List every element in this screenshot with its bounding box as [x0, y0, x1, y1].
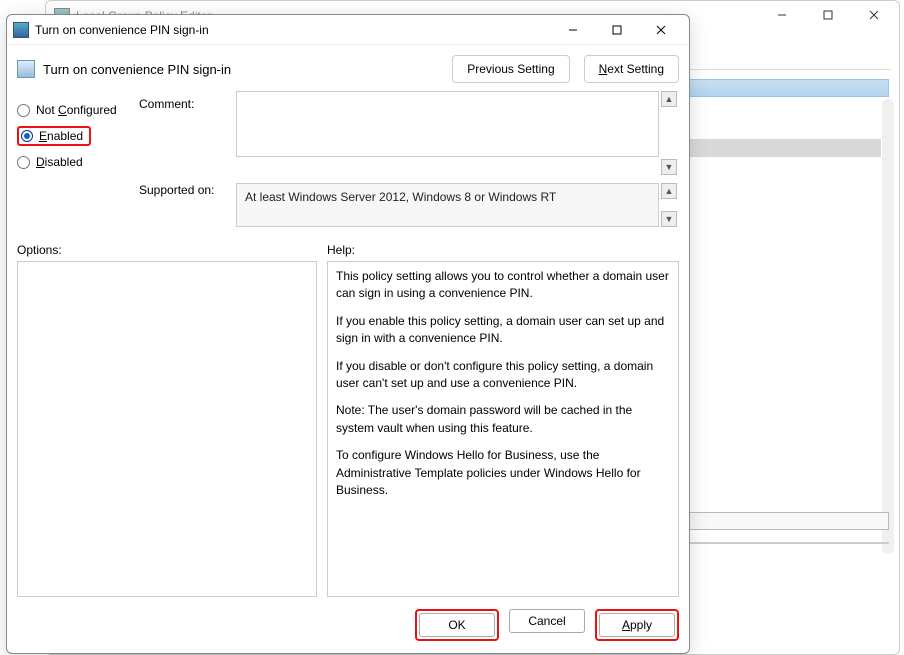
comment-textarea[interactable] [236, 91, 659, 157]
options-panel[interactable] [17, 261, 317, 597]
dialog-lower-grid: This policy setting allows you to contro… [7, 261, 689, 597]
comment-scroll: ▲ ▼ [661, 91, 679, 175]
help-paragraph: To configure Windows Hello for Business,… [336, 447, 670, 499]
ok-highlight: OK [415, 609, 499, 641]
help-paragraph: If you disable or don't configure this p… [336, 358, 670, 393]
dialog-close-button[interactable] [639, 16, 683, 44]
state-radio-group: Not Configured Enabled Disabled [17, 91, 137, 175]
parent-scrollbar[interactable] [882, 99, 894, 554]
supported-on-text: At least Windows Server 2012, Windows 8 … [236, 183, 659, 227]
comment-scroll-down[interactable]: ▼ [661, 159, 677, 175]
options-label: Options: [17, 243, 327, 257]
parent-minimize-button[interactable] [759, 1, 805, 29]
radio-enabled[interactable]: Enabled [17, 123, 137, 149]
parent-window-controls [759, 1, 897, 29]
comment-label: Comment: [139, 91, 234, 175]
supported-scroll-down[interactable]: ▼ [661, 211, 677, 227]
policy-dialog: Turn on convenience PIN sign-in Turn on … [6, 14, 690, 654]
dialog-title: Turn on convenience PIN sign-in [35, 23, 551, 37]
radio-disabled[interactable]: Disabled [17, 149, 137, 175]
dialog-minimize-button[interactable] [551, 16, 595, 44]
dialog-maximize-button[interactable] [595, 16, 639, 44]
policy-icon [13, 22, 29, 38]
supported-scroll-up[interactable]: ▲ [661, 183, 677, 199]
radio-not-configured[interactable]: Not Configured [17, 97, 137, 123]
help-paragraph: If you enable this policy setting, a dom… [336, 313, 670, 348]
comment-scroll-up[interactable]: ▲ [661, 91, 677, 107]
help-panel: This policy setting allows you to contro… [327, 261, 679, 597]
policy-sub-icon [17, 60, 35, 78]
section-labels: Options: Help: [7, 233, 689, 261]
parent-maximize-button[interactable] [805, 1, 851, 29]
dialog-upper-grid: Not Configured Enabled Disabled Comment:… [7, 85, 689, 175]
supported-on-label: Supported on: [139, 183, 234, 227]
apply-button[interactable]: Apply [599, 613, 675, 637]
previous-setting-button[interactable]: Previous Setting [452, 55, 569, 83]
help-label: Help: [327, 243, 679, 257]
supported-row: Supported on: At least Windows Server 20… [7, 175, 689, 233]
dialog-window-controls [551, 16, 683, 44]
cancel-button[interactable]: Cancel [509, 609, 585, 633]
next-setting-button[interactable]: Next Setting [584, 55, 679, 83]
help-paragraph: Note: The user's domain password will be… [336, 402, 670, 437]
parent-close-button[interactable] [851, 1, 897, 29]
dialog-subheader: Turn on convenience PIN sign-in Previous… [7, 45, 689, 85]
dialog-footer: OK Cancel Apply [7, 597, 689, 653]
dialog-titlebar: Turn on convenience PIN sign-in [7, 15, 689, 45]
help-paragraph: This policy setting allows you to contro… [336, 268, 670, 303]
dialog-subtitle: Turn on convenience PIN sign-in [43, 62, 438, 77]
apply-highlight: Apply [595, 609, 679, 641]
ok-button[interactable]: OK [419, 613, 495, 637]
